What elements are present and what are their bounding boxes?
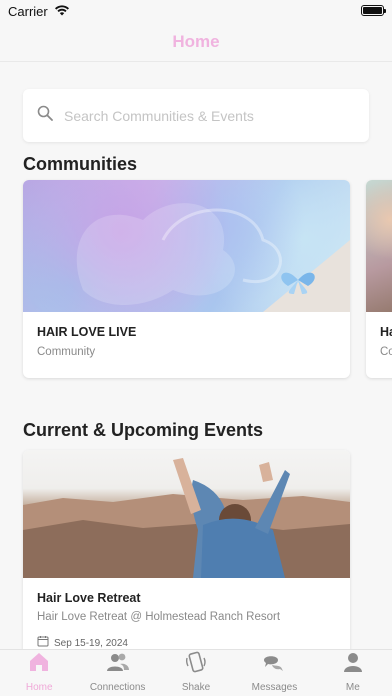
status-bar: Carrier <box>0 0 392 22</box>
tab-shake[interactable]: Shake <box>157 650 235 696</box>
event-cover-image <box>23 450 350 578</box>
search-icon <box>37 105 53 126</box>
events-section-title: Current & Upcoming Events <box>23 420 264 440</box>
wifi-icon <box>54 4 70 19</box>
tab-label: Messages <box>251 682 298 693</box>
messages-icon <box>262 650 286 682</box>
event-title: Hair Love Retreat <box>37 591 141 605</box>
communities-section-title: Communities <box>23 154 138 174</box>
community-cover-image <box>23 180 350 312</box>
person-icon <box>341 650 365 682</box>
battery-icon <box>361 5 386 16</box>
tab-home[interactable]: Home <box>0 650 78 696</box>
community-card[interactable]: HAIR LOVE LIVE Community <box>23 180 350 378</box>
connections-icon <box>106 650 130 682</box>
event-card[interactable]: Hair Love Retreat Hair Love Retreat @ Ho… <box>23 450 350 680</box>
search-bar[interactable] <box>23 89 369 142</box>
tab-me[interactable]: Me <box>314 650 392 696</box>
tab-messages[interactable]: Messages <box>235 650 313 696</box>
event-location: Hair Love Retreat @ Holmestead Ranch Res… <box>37 611 281 623</box>
community-title: HAIR LOVE LIVE <box>37 325 137 339</box>
carrier-label: Carrier <box>8 3 48 19</box>
page-title: Home <box>172 31 220 51</box>
community-title: Ha <box>380 325 392 339</box>
community-cover-image <box>366 180 392 312</box>
search-input[interactable] <box>64 107 334 124</box>
community-type: Community <box>37 346 96 358</box>
home-screen: Carrier Home Communities <box>0 0 392 696</box>
tab-bar: Home Connections Shake Messages Me <box>0 649 392 696</box>
event-date: Sep 15-19, 2024 <box>54 637 128 649</box>
home-icon <box>27 650 51 682</box>
tab-label: Home <box>25 682 53 693</box>
community-card[interactable]: Ha Co <box>366 180 392 378</box>
community-type: Co <box>380 346 392 358</box>
tab-connections[interactable]: Connections <box>78 650 156 696</box>
tab-label: Shake <box>181 682 211 693</box>
shake-icon <box>184 650 208 682</box>
navigation-bar: Home <box>0 22 392 62</box>
tab-label: Me <box>345 682 360 693</box>
tab-label: Connections <box>89 682 146 693</box>
